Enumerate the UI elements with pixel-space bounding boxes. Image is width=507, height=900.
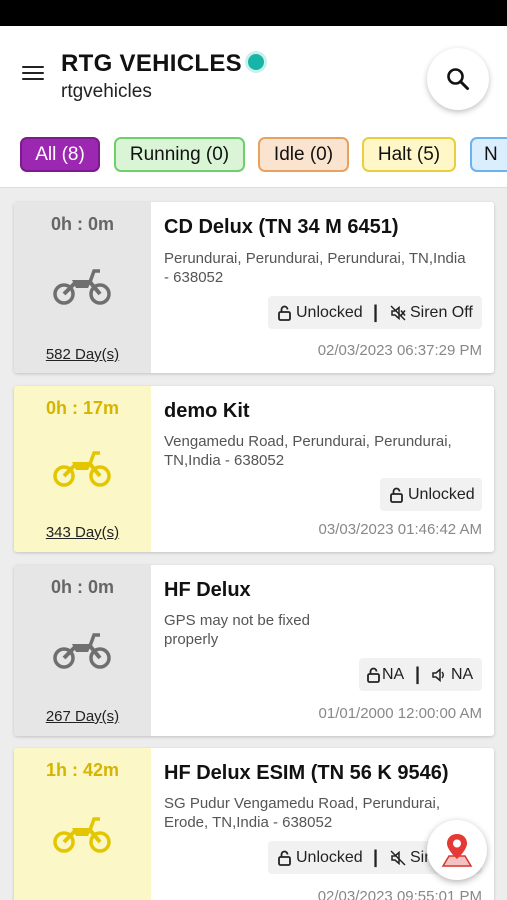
- siren-off-icon: [390, 850, 406, 866]
- motorcycle-icon: [53, 817, 111, 853]
- lock-status: Unlocked: [408, 486, 475, 503]
- filter-bar: All (8) Running (0) Idle (0) Halt (5) N: [0, 130, 507, 188]
- lock-icon: [278, 305, 291, 321]
- duration-panel: 0h : 0m 267 Day(s): [14, 565, 151, 736]
- divider: |: [415, 664, 421, 684]
- duration-label: 0h : 17m: [45, 398, 120, 418]
- vehicle-name: demo Kit: [164, 400, 250, 422]
- duration-label: 1h : 42m: [45, 760, 120, 780]
- lock-siren-status: NA | NA: [359, 658, 482, 691]
- duration-panel: 1h : 42m: [14, 748, 151, 900]
- filter-chip-running[interactable]: Running (0): [114, 137, 245, 172]
- lock-icon: [390, 487, 403, 503]
- filter-chip-halt[interactable]: Halt (5): [362, 137, 456, 172]
- search-button[interactable]: [427, 48, 489, 110]
- vehicle-card[interactable]: 0h : 17m 343 Day(s) demo Kit Vengamedu R…: [14, 386, 494, 552]
- menu-button[interactable]: [20, 62, 48, 84]
- motorcycle-icon: [53, 269, 111, 305]
- vehicle-address: GPS may not be fixed properly: [164, 612, 310, 648]
- app-bar: RTG VEHICLES rtgvehicles: [0, 26, 507, 130]
- online-status-dot: [248, 54, 264, 70]
- vehicle-card[interactable]: 0h : 0m 582 Day(s) CD Delux (TN 34 M 645…: [14, 202, 494, 373]
- lock-status-pill: Unlocked: [380, 478, 482, 511]
- duration-label: 0h : 0m: [50, 577, 115, 597]
- days-link[interactable]: 582 Day(s): [14, 346, 151, 363]
- app-subtitle: rtgvehicles: [61, 81, 152, 102]
- status-bar: [0, 0, 507, 26]
- timestamp: 02/03/2023 06:37:29 PM: [317, 342, 482, 359]
- days-link[interactable]: 267 Day(s): [14, 708, 151, 725]
- motorcycle-icon: [53, 451, 111, 487]
- motorcycle-icon: [53, 633, 111, 669]
- siren-status: Siren Off: [410, 304, 473, 321]
- duration-panel: 0h : 17m 343 Day(s): [14, 386, 151, 552]
- siren-off-icon: [390, 305, 406, 321]
- lock-status: NA: [382, 666, 405, 683]
- divider: |: [373, 847, 379, 867]
- vehicle-address: Perundurai, Perundurai, Perundurai, TN,I…: [164, 250, 466, 286]
- lock-status: Unlocked: [296, 304, 363, 321]
- filter-chip-next[interactable]: N: [470, 137, 507, 172]
- vehicle-name: HF Delux ESIM (TN 56 K 9546): [164, 762, 449, 784]
- timestamp: 01/01/2000 12:00:00 AM: [318, 705, 482, 722]
- lock-icon: [278, 850, 291, 866]
- siren-status: NA: [451, 666, 474, 683]
- search-icon: [447, 68, 469, 90]
- filter-chip-idle[interactable]: Idle (0): [258, 137, 349, 172]
- vehicle-card[interactable]: 0h : 0m 267 Day(s) HF Delux GPS may not …: [14, 565, 494, 736]
- vehicle-list: 0h : 0m 582 Day(s) CD Delux (TN 34 M 645…: [0, 190, 507, 900]
- divider: |: [373, 302, 379, 322]
- app-title: RTG VEHICLES: [61, 50, 242, 77]
- duration-panel: 0h : 0m 582 Day(s): [14, 202, 151, 373]
- map-pin-icon: [441, 834, 473, 867]
- days-link[interactable]: 343 Day(s): [14, 524, 151, 541]
- vehicle-name: CD Delux (TN 34 M 6451): [164, 216, 399, 238]
- vehicle-address: Vengamedu Road, Perundurai, Perundurai, …: [164, 433, 452, 469]
- map-view-button[interactable]: [427, 820, 487, 880]
- duration-label: 0h : 0m: [50, 214, 115, 234]
- filter-chip-all[interactable]: All (8): [20, 137, 100, 172]
- timestamp: 02/03/2023 09:55:01 PM: [317, 888, 482, 900]
- lock-icon: [367, 667, 380, 683]
- vehicle-name: HF Delux: [164, 579, 251, 601]
- lock-status: Unlocked: [296, 849, 363, 866]
- speaker-icon: [432, 667, 444, 683]
- vehicle-card[interactable]: 1h : 42m HF Delux ESIM (TN 56 K 9546) SG…: [14, 748, 494, 900]
- lock-siren-status: Unlocked | Siren Off: [268, 296, 482, 329]
- vehicle-address: SG Pudur Vengamedu Road, Perundurai, Ero…: [164, 795, 441, 831]
- timestamp: 03/03/2023 01:46:42 AM: [318, 521, 482, 538]
